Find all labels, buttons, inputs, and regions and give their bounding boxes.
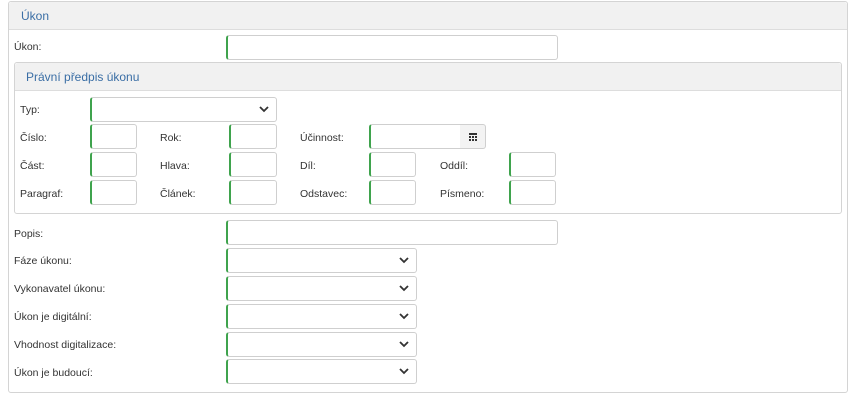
popis-label: Popis:: [14, 228, 44, 240]
chevron-down-icon: [399, 341, 409, 348]
typ-label: Typ:: [20, 104, 40, 116]
cast-input[interactable]: [90, 152, 137, 177]
clanek-input[interactable]: [229, 180, 277, 205]
calendar-icon: [469, 133, 477, 141]
panel-title: Úkon: [21, 9, 50, 23]
clanek-label: Článek:: [160, 188, 196, 200]
oddil-label: Oddíl:: [440, 160, 469, 172]
pravni-predpis-title: Právní předpis úkonu: [26, 70, 140, 84]
ucinnost-label: Účinnost:: [300, 132, 344, 144]
paragraf-input[interactable]: [90, 180, 137, 205]
chevron-down-icon: [399, 313, 409, 320]
vykonavatel-select[interactable]: [226, 276, 417, 301]
faze-select[interactable]: [226, 248, 417, 273]
faze-label: Fáze úkonu:: [14, 255, 72, 267]
ucinnost-date-button[interactable]: [460, 124, 486, 149]
vykonavatel-label: Vykonavatel úkonu:: [14, 283, 106, 295]
dil-label: Díl:: [300, 160, 316, 172]
chevron-down-icon: [399, 285, 409, 292]
rok-label: Rok:: [160, 132, 182, 144]
rok-input[interactable]: [229, 124, 277, 149]
budouci-label: Úkon je budoucí:: [14, 367, 93, 379]
odstavec-input[interactable]: [369, 180, 416, 205]
cislo-input[interactable]: [90, 124, 137, 149]
cislo-label: Číslo:: [20, 132, 47, 144]
budouci-select[interactable]: [226, 359, 417, 384]
chevron-down-icon: [259, 106, 269, 113]
oddil-input[interactable]: [509, 152, 556, 177]
vhodnost-select[interactable]: [226, 332, 417, 357]
pismeno-input[interactable]: [509, 180, 556, 205]
vhodnost-label: Vhodnost digitalizace:: [14, 339, 117, 351]
ukon-input[interactable]: [226, 35, 558, 60]
ukon-label: Úkon:: [14, 41, 42, 53]
ucinnost-input[interactable]: [369, 124, 461, 149]
cast-label: Část:: [20, 160, 45, 172]
panel-header: Úkon: [9, 2, 847, 30]
dil-input[interactable]: [369, 152, 416, 177]
hlava-label: Hlava:: [160, 160, 190, 172]
pravni-predpis-header: Právní předpis úkonu: [15, 63, 841, 91]
chevron-down-icon: [399, 257, 409, 264]
digitalni-label: Úkon je digitální:: [14, 311, 92, 323]
chevron-down-icon: [399, 368, 409, 375]
popis-input[interactable]: [226, 220, 558, 245]
typ-select[interactable]: [90, 97, 277, 122]
digitalni-select[interactable]: [226, 304, 417, 329]
odstavec-label: Odstavec:: [300, 188, 348, 200]
paragraf-label: Paragraf:: [20, 188, 64, 200]
pismeno-label: Písmeno:: [440, 188, 485, 200]
hlava-input[interactable]: [229, 152, 277, 177]
